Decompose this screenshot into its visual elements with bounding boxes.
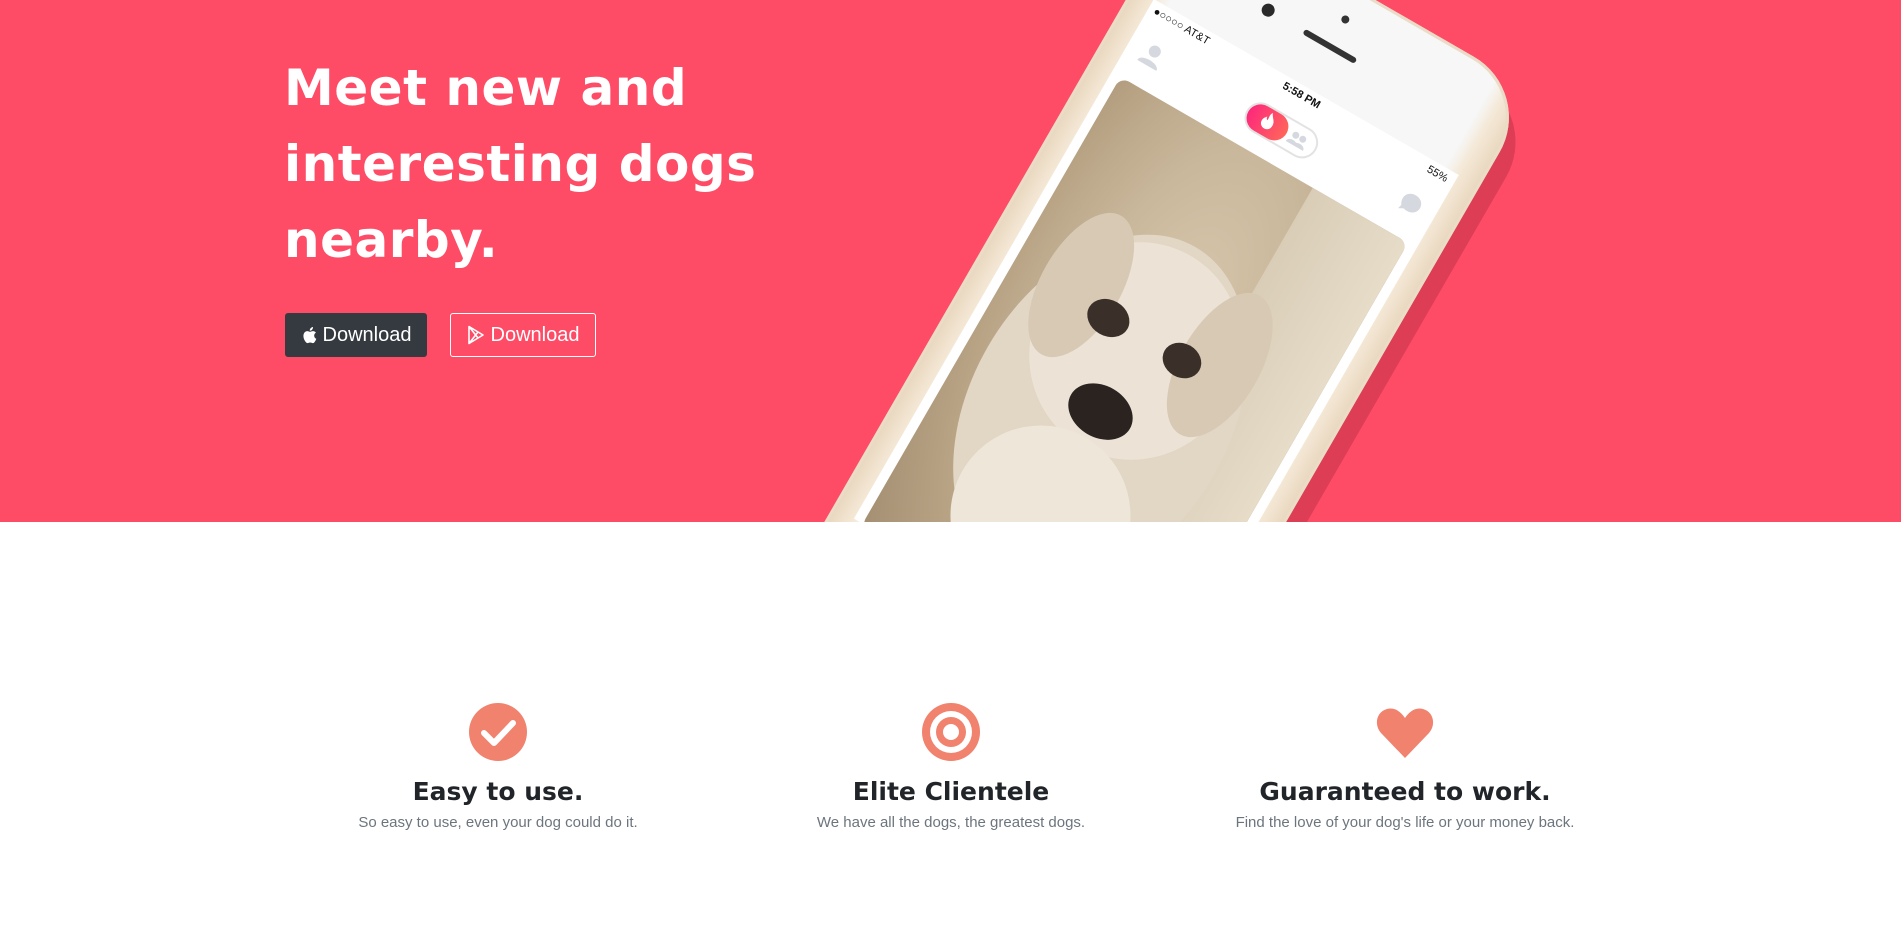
chat-icon[interactable] xyxy=(1393,186,1429,222)
app-store-button-label: Download xyxy=(322,323,412,346)
flame-icon xyxy=(1255,108,1281,137)
headline-line-2: interesting dogs xyxy=(284,135,757,193)
phone-sensor xyxy=(1339,14,1351,25)
headline-line-1: Meet new and xyxy=(284,59,688,117)
target-icon xyxy=(919,700,983,764)
app-store-download-button[interactable]: Download xyxy=(285,313,427,357)
phone-camera xyxy=(1259,1,1278,20)
google-play-button-label: Download xyxy=(490,323,580,346)
feature-description: Find the love of your dog's life or your… xyxy=(1235,814,1575,831)
feature-title: Elite Clientele xyxy=(852,777,1050,806)
phone-body: ●○○○○ AT&T 5:58 PM 55% xyxy=(788,0,1535,522)
phone-screen: ●○○○○ AT&T 5:58 PM 55% xyxy=(853,0,1459,522)
heart-icon xyxy=(1373,700,1437,764)
feature-description: So easy to use, even your dog could do i… xyxy=(358,814,638,831)
phone-mockup: ●○○○○ AT&T 5:58 PM 55% xyxy=(778,0,1552,522)
feature-description: We have all the dogs, the greatest dogs. xyxy=(816,814,1086,831)
feature-title: Guaranteed to work. xyxy=(1259,777,1551,806)
headline-line-3: nearby. xyxy=(284,211,499,269)
feature-elite-clientele: Elite Clientele We have all the dogs, th… xyxy=(731,700,1171,834)
google-play-icon xyxy=(467,325,485,345)
feature-guaranteed: Guaranteed to work. Find the love of you… xyxy=(1185,700,1625,834)
google-play-download-button[interactable]: Download xyxy=(450,313,596,357)
hero-headline: Meet new and interesting dogs nearby. xyxy=(284,50,844,278)
phone-speaker xyxy=(1302,28,1358,64)
feature-title: Easy to use. xyxy=(412,777,584,806)
profile-icon[interactable] xyxy=(1135,37,1171,73)
hero-section: Meet new and interesting dogs nearby. Do… xyxy=(0,0,1901,522)
check-circle-icon xyxy=(466,700,530,764)
feature-easy-to-use: Easy to use. So easy to use, even your d… xyxy=(278,700,718,834)
apple-icon xyxy=(301,326,317,344)
